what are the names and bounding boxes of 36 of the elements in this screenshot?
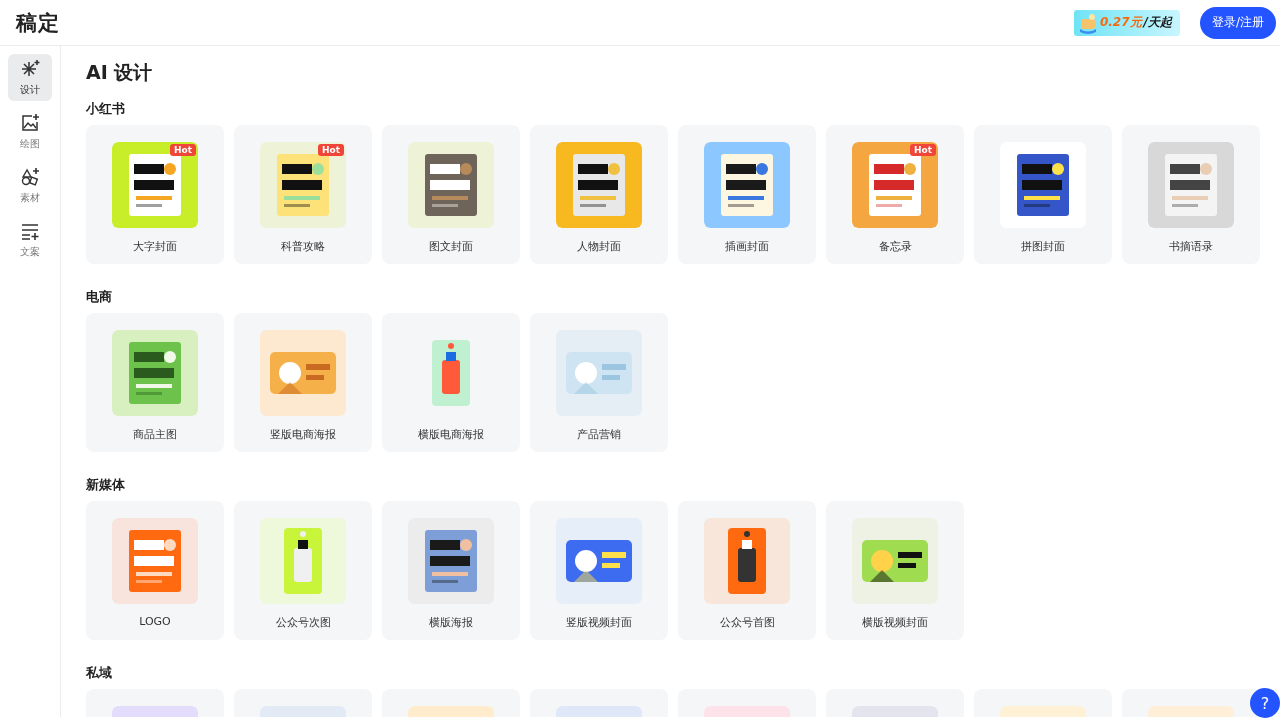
hot-badge: Hot <box>317 144 344 156</box>
section-title: 新媒体 <box>86 476 126 494</box>
template-card[interactable]: 产品营销 <box>530 313 668 452</box>
template-card[interactable]: LOGO <box>86 501 224 640</box>
template-card[interactable]: Hot 科普攻略 <box>234 125 372 264</box>
promo-banner[interactable]: 0.27元 /天起 <box>1073 9 1180 36</box>
template-card[interactable]: Hot 大字封面 <box>86 125 224 264</box>
login-button[interactable]: 登录/注册 <box>1199 6 1276 39</box>
template-card[interactable]: 图文封面 <box>382 125 520 264</box>
template-card[interactable]: 竖版视频封面 <box>530 501 668 640</box>
template-card[interactable]: 拼图封面 <box>974 125 1112 264</box>
sidebar-item[interactable]: 设计 <box>8 54 52 101</box>
help-button[interactable]: ? <box>1250 688 1280 718</box>
section-title: 小红书 <box>86 100 126 118</box>
promo-unit: /天起 <box>1143 14 1172 31</box>
template-card[interactable]: 书摘语录 <box>1122 125 1260 264</box>
template-card[interactable]: 横版电商海报 <box>382 313 520 452</box>
hot-badge: Hot <box>909 144 936 156</box>
page-title: AI 设计 <box>86 60 154 85</box>
template-card[interactable]: 横版海报 <box>382 501 520 640</box>
template-card[interactable]: 横版视频封面 <box>826 501 964 640</box>
template-card[interactable]: 公众号首图 <box>678 501 816 640</box>
hot-badge: Hot <box>169 144 196 156</box>
sidebar-item[interactable]: 素材 <box>8 162 52 209</box>
sidebar-item[interactable]: 文案 <box>8 216 52 263</box>
template-card[interactable]: 人物封面 <box>530 125 668 264</box>
template-card[interactable]: 插画封面 <box>678 125 816 264</box>
promo-price: 0.27元 <box>1099 14 1142 31</box>
template-card[interactable]: 竖版电商海报 <box>234 313 372 452</box>
template-card[interactable]: 公众号次图 <box>234 501 372 640</box>
logo: 稿定 <box>16 9 60 37</box>
template-card[interactable]: 商品主图 <box>86 313 224 452</box>
section-title: 私域 <box>86 664 113 682</box>
sidebar-item[interactable]: 绘图 <box>8 108 52 155</box>
section-title: 电商 <box>86 288 113 306</box>
template-card[interactable]: Hot 备忘录 <box>826 125 964 264</box>
